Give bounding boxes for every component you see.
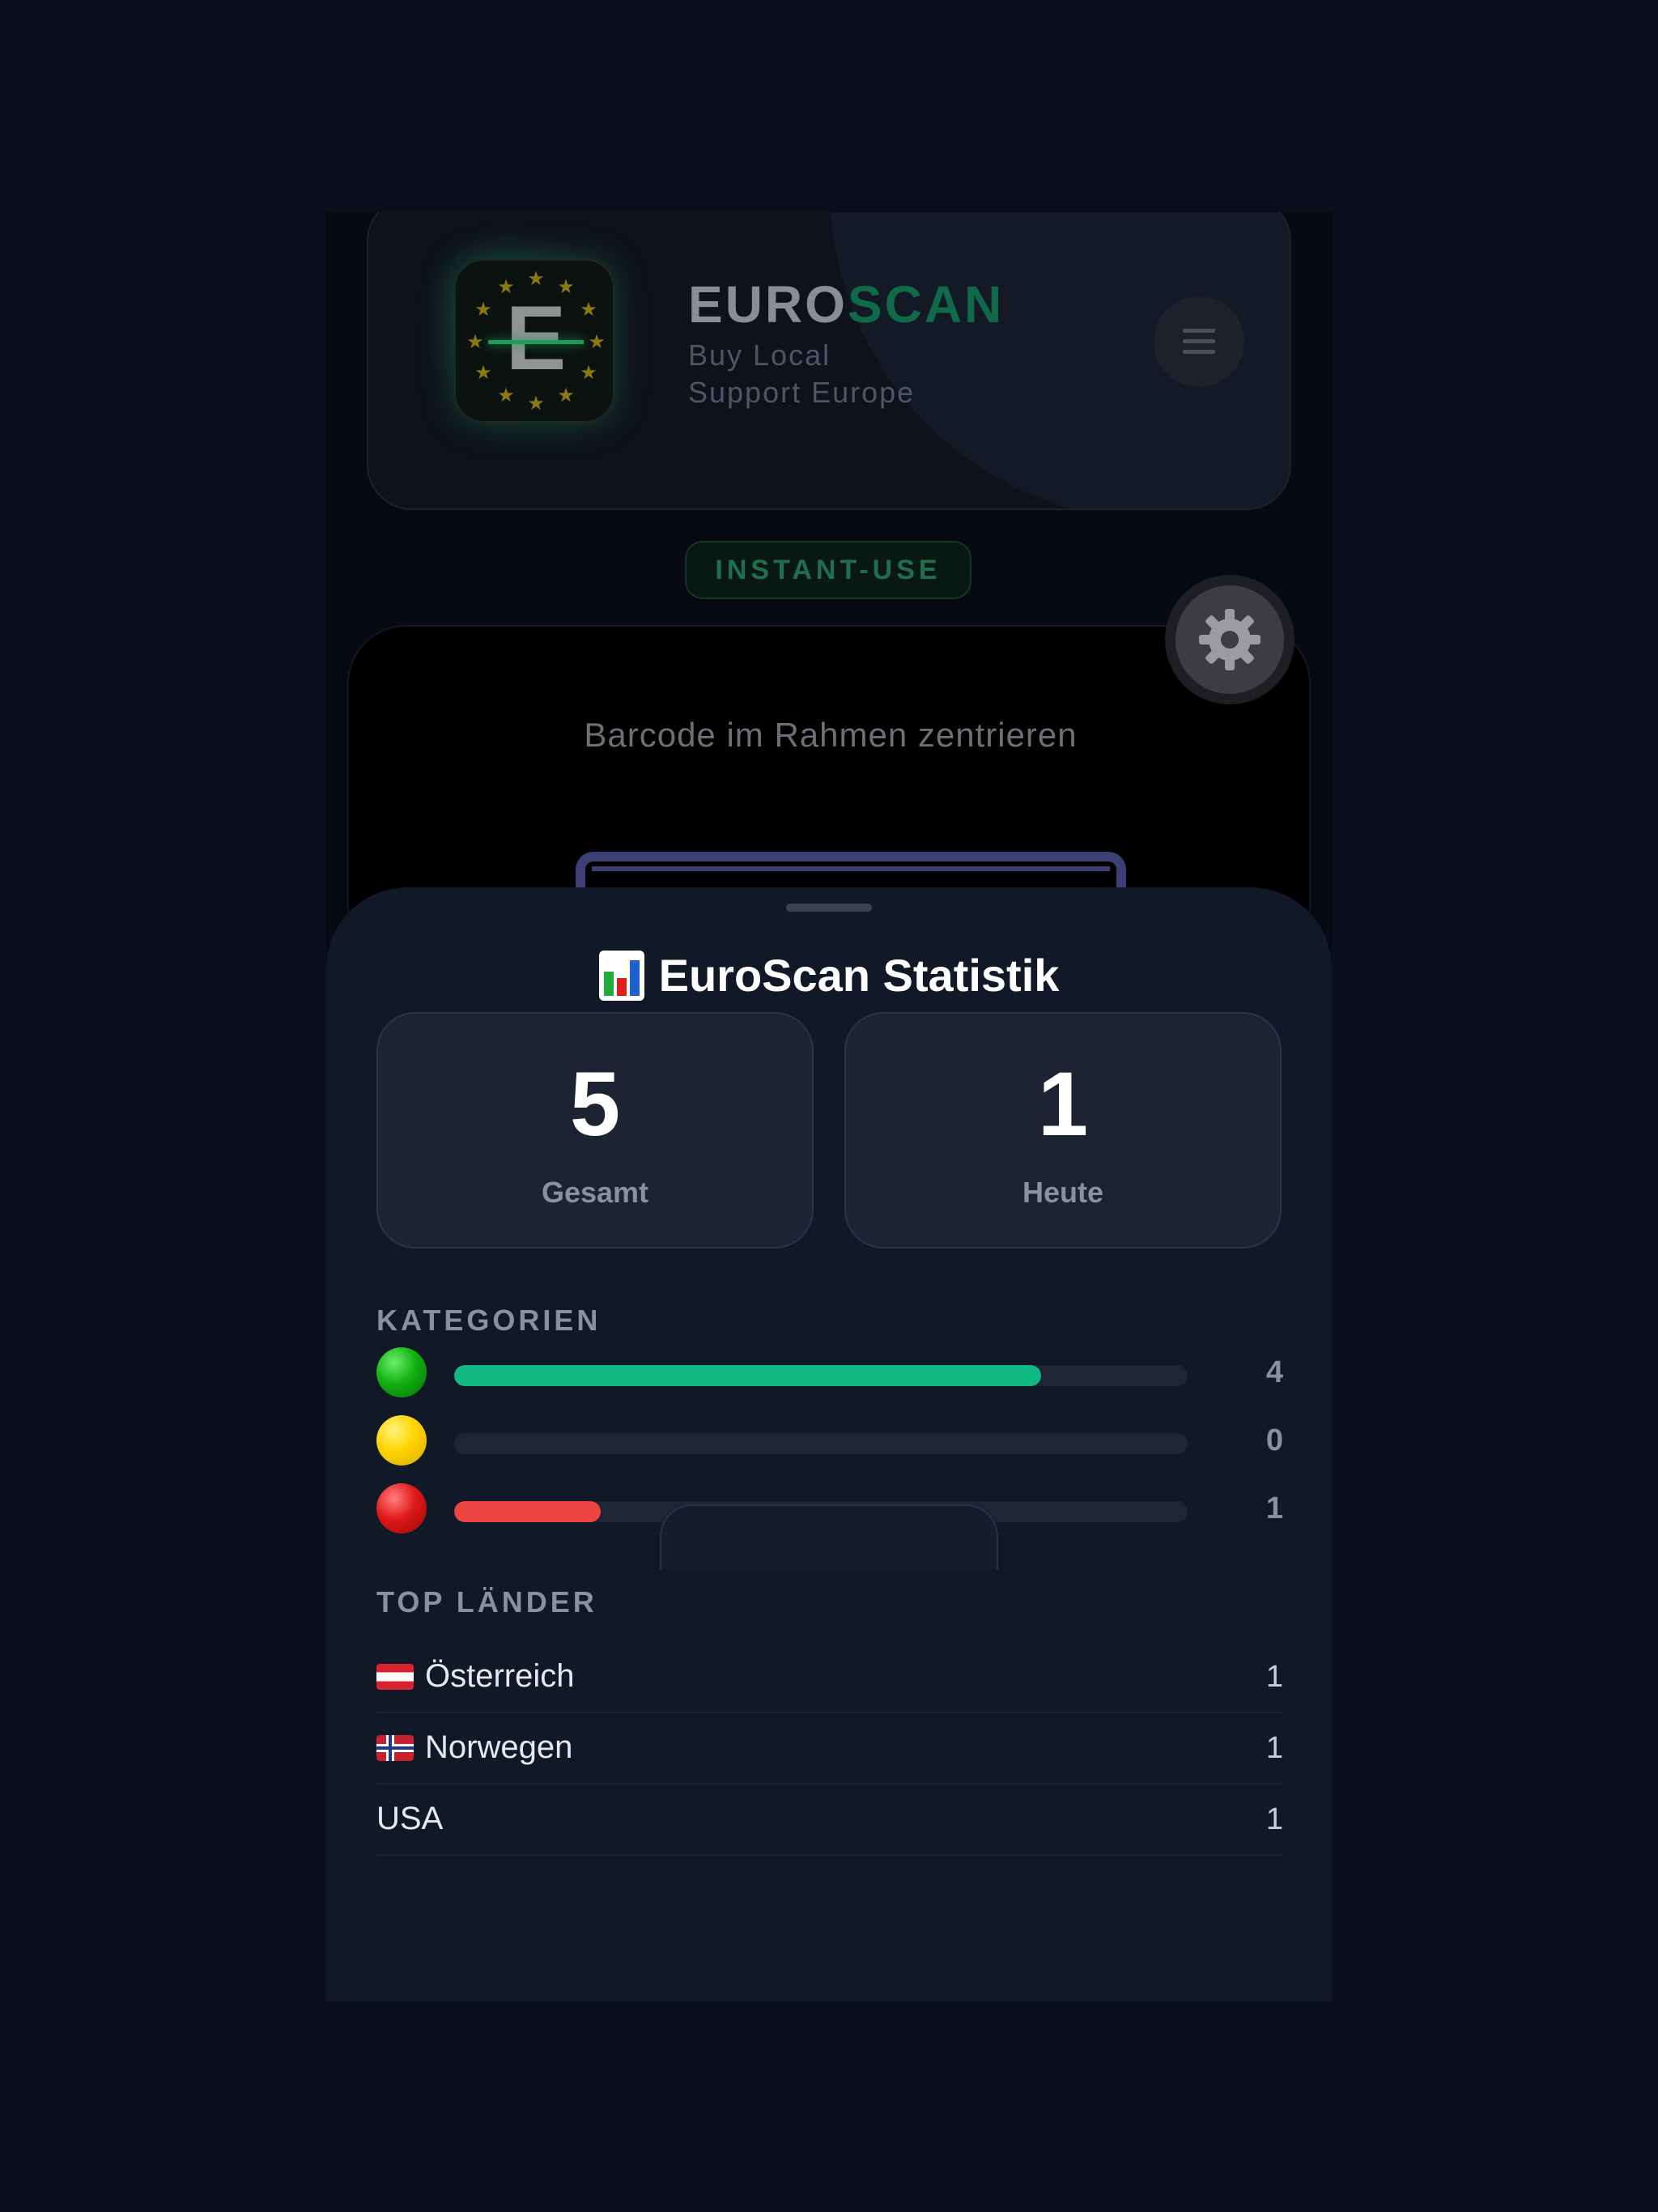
stat-total-value: 5 bbox=[569, 1053, 621, 1155]
tagline-line2: Support Europe bbox=[688, 376, 916, 409]
category-bar-track bbox=[454, 1433, 1188, 1454]
country-name-wrap: Norwegen bbox=[376, 1729, 572, 1766]
country-name-wrap: Österreich bbox=[376, 1658, 575, 1695]
category-count-red: 1 bbox=[1265, 1491, 1283, 1525]
stat-card-today: 1 Heute bbox=[844, 1012, 1282, 1249]
stats-title-text: EuroScan Statistik bbox=[658, 950, 1060, 1001]
country-count: 1 bbox=[1265, 1802, 1283, 1836]
country-count: 1 bbox=[1265, 1731, 1283, 1765]
menu-button[interactable] bbox=[1154, 296, 1244, 387]
country-name: Norwegen bbox=[425, 1729, 573, 1765]
sheet-close-button[interactable] bbox=[660, 1504, 998, 1569]
logo-letter: E bbox=[505, 287, 567, 389]
country-row: Österreich 1 bbox=[376, 1642, 1283, 1713]
category-count-yellow: 0 bbox=[1265, 1423, 1283, 1457]
stat-total-label: Gesamt bbox=[541, 1176, 649, 1209]
instant-use-badge: INSTANT-USE bbox=[685, 541, 971, 599]
country-name: USA bbox=[376, 1801, 444, 1836]
gear-icon bbox=[1199, 609, 1261, 670]
country-row: Norwegen 1 bbox=[376, 1713, 1283, 1784]
scanner-hint: Barcode im Rahmen zentrieren bbox=[584, 716, 1078, 754]
stats-title: EuroScan Statistik bbox=[326, 949, 1332, 1002]
brand-title: EUROSCAN bbox=[688, 275, 1004, 334]
brand-euro: EURO bbox=[688, 275, 848, 334]
settings-button[interactable] bbox=[1165, 575, 1295, 704]
svg-text:★: ★ bbox=[527, 267, 545, 290]
yellow-circle-icon bbox=[376, 1415, 427, 1465]
stat-card-total: 5 Gesamt bbox=[376, 1012, 814, 1249]
app-window: ★ ★ ★ ★ ★ ★ ★ ★ ★ ★ ★ ★ E EUROSCAN Buy L… bbox=[326, 212, 1332, 2001]
svg-text:★: ★ bbox=[527, 392, 545, 415]
header-card: ★ ★ ★ ★ ★ ★ ★ ★ ★ ★ ★ ★ E EUROSCAN Buy L… bbox=[367, 212, 1291, 510]
brand-scan: SCAN bbox=[847, 275, 1005, 334]
category-row-green: 4 bbox=[376, 1346, 1283, 1402]
sheet-drag-handle[interactable] bbox=[786, 904, 872, 912]
norway-flag-icon bbox=[376, 1734, 414, 1761]
category-bar-fill-red bbox=[454, 1501, 602, 1522]
category-count-green: 4 bbox=[1265, 1355, 1283, 1389]
austria-flag-icon bbox=[376, 1663, 414, 1690]
categories-heading: KATEGORIEN bbox=[376, 1304, 602, 1337]
bar-chart-icon bbox=[598, 950, 644, 1001]
tagline-line1: Buy Local bbox=[688, 338, 831, 372]
countries-heading: TOP LÄNDER bbox=[376, 1585, 597, 1619]
logo-scanline bbox=[488, 340, 584, 344]
green-circle-icon bbox=[376, 1347, 427, 1397]
country-name-wrap: USA bbox=[376, 1801, 443, 1837]
stat-today-label: Heute bbox=[1022, 1176, 1104, 1209]
hamburger-menu-icon bbox=[1183, 329, 1215, 354]
stat-today-value: 1 bbox=[1037, 1053, 1089, 1155]
country-count: 1 bbox=[1265, 1660, 1283, 1694]
country-name: Österreich bbox=[425, 1658, 575, 1694]
settings-button-inner bbox=[1175, 585, 1284, 694]
category-bar-track bbox=[454, 1365, 1188, 1386]
category-row-yellow: 0 bbox=[376, 1414, 1283, 1470]
scan-frame-line bbox=[592, 866, 1110, 871]
country-row: USA 1 bbox=[376, 1784, 1283, 1856]
tagline: Buy Local Support Europe bbox=[688, 337, 915, 411]
red-circle-icon bbox=[376, 1483, 427, 1534]
stats-bottom-sheet: EuroScan Statistik 5 Gesamt 1 Heute KATE… bbox=[326, 887, 1332, 2001]
app-logo: ★ ★ ★ ★ ★ ★ ★ ★ ★ ★ ★ ★ E bbox=[454, 259, 614, 423]
category-bar-fill-green bbox=[454, 1365, 1041, 1386]
